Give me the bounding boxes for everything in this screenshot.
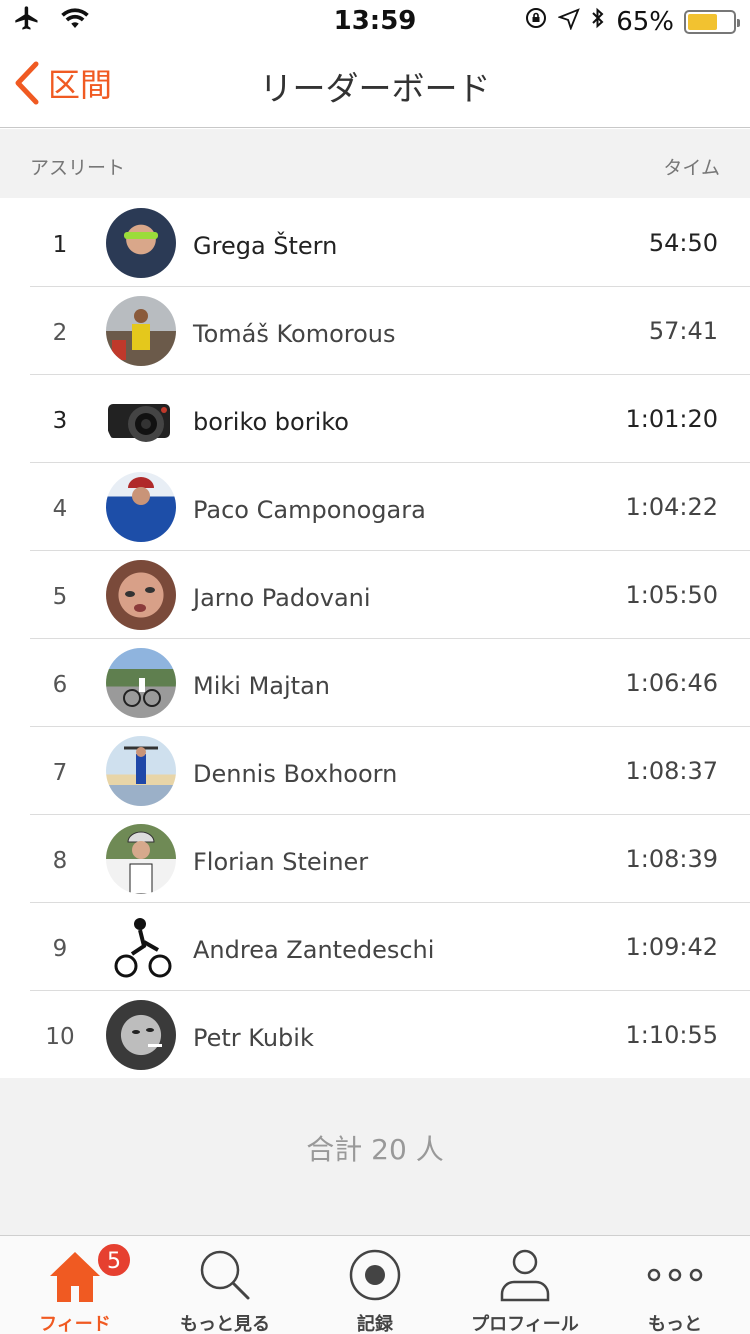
avatar [106, 560, 176, 630]
notification-badge: 5 [96, 1242, 132, 1278]
rank: 6 [52, 672, 68, 698]
athlete-time: 1:06:46 [625, 669, 718, 697]
avatar [106, 648, 176, 718]
tab-explore[interactable]: もっと見る [150, 1236, 300, 1334]
athlete-time: 1:05:50 [625, 581, 718, 609]
rotation-lock-icon [524, 6, 548, 37]
leaderboard-header: アスリート タイム [0, 129, 750, 198]
page-title: リーダーボード [259, 69, 491, 108]
time-column-header: タイム [663, 157, 720, 179]
avatar [106, 824, 176, 894]
leaderboard-row[interactable]: 5 Jarno Padovani 1:05:50 [0, 550, 750, 638]
total-athletes: 合計 20 人 [306, 1133, 444, 1166]
leaderboard-footer: 合計 20 人 [0, 1078, 750, 1235]
tab-bar: 5 フィード もっと見る 記録 プロフィール もっと [0, 1235, 750, 1334]
avatar [106, 296, 176, 366]
athlete-name: Tomáš Komorous [193, 320, 396, 348]
avatar [106, 736, 176, 806]
avatar [106, 1000, 176, 1070]
tab-label: もっと [648, 1314, 702, 1334]
leaderboard-row[interactable]: 1 Grega Štern 54:50 [0, 198, 750, 286]
battery-level [688, 13, 717, 30]
athlete-name: Florian Steiner [193, 848, 369, 876]
status-bar: 13:59 65% [0, 0, 750, 40]
tab-feed[interactable]: 5 フィード [0, 1236, 150, 1334]
rank: 3 [52, 408, 68, 434]
athlete-time: 1:01:20 [625, 405, 718, 433]
more-icon [600, 1246, 750, 1304]
avatar [106, 208, 176, 278]
leaderboard-row[interactable]: 7 Dennis Boxhoorn 1:08:37 [0, 726, 750, 814]
rank: 8 [52, 848, 68, 874]
athlete-name: Andrea Zantedeschi [193, 936, 435, 964]
avatar [106, 384, 176, 454]
athlete-time: 57:41 [648, 317, 718, 345]
tab-label: もっと見る [180, 1314, 270, 1334]
athlete-name: Petr Kubik [193, 1024, 314, 1052]
leaderboard-list: 1 Grega Štern 54:50 2 Tomáš Komorous 57:… [0, 198, 750, 1078]
athlete-time: 1:08:39 [625, 845, 718, 873]
leaderboard-row[interactable]: 10 Petr Kubik 1:10:55 [0, 990, 750, 1078]
tab-profile[interactable]: プロフィール [450, 1236, 600, 1334]
athlete-name: Dennis Boxhoorn [193, 760, 398, 788]
profile-icon [450, 1246, 600, 1304]
battery-percent: 65% [616, 6, 674, 37]
leaderboard-row[interactable]: 6 Miki Majtan 1:06:46 [0, 638, 750, 726]
rank: 9 [52, 936, 68, 962]
leaderboard-row[interactable]: 9 Andrea Zantedeschi 1:09:42 [0, 902, 750, 990]
athlete-time: 1:08:37 [625, 757, 718, 785]
athlete-time: 1:10:55 [625, 1021, 718, 1049]
leaderboard-row[interactable]: 8 Florian Steiner 1:08:39 [0, 814, 750, 902]
rank: 4 [52, 496, 68, 522]
nav-bar: 区間 リーダーボード [0, 40, 750, 128]
battery-icon [684, 9, 740, 34]
athlete-name: boriko boriko [193, 408, 349, 436]
athlete-time: 1:04:22 [625, 493, 718, 521]
athlete-name: Miki Majtan [193, 672, 330, 700]
athlete-time: 1:09:42 [625, 933, 718, 961]
location-icon [557, 7, 581, 37]
rank: 5 [52, 584, 68, 610]
leaderboard-row[interactable]: 3 boriko boriko 1:01:20 [0, 374, 750, 462]
athlete-column-header: アスリート [30, 157, 126, 179]
tab-label: プロフィール [471, 1314, 579, 1334]
athlete-time: 54:50 [648, 229, 718, 257]
search-icon [150, 1246, 300, 1304]
leaderboard-row[interactable]: 2 Tomáš Komorous 57:41 [0, 286, 750, 374]
avatar [106, 472, 176, 542]
record-icon [300, 1246, 450, 1304]
avatar [106, 912, 176, 982]
athlete-name: Jarno Padovani [193, 584, 371, 612]
tab-more[interactable]: もっと [600, 1236, 750, 1334]
tab-label: 記録 [357, 1314, 393, 1334]
leaderboard-row[interactable]: 4 Paco Camponogara 1:04:22 [0, 462, 750, 550]
athlete-name: Paco Camponogara [193, 496, 426, 524]
tab-record[interactable]: 記録 [300, 1236, 450, 1334]
rank: 7 [52, 760, 68, 786]
athlete-name: Grega Štern [193, 232, 338, 260]
rank: 2 [52, 320, 68, 346]
bluetooth-icon [590, 6, 606, 37]
rank: 10 [45, 1024, 75, 1050]
rank: 1 [52, 232, 68, 258]
tab-label: フィード [39, 1314, 111, 1334]
